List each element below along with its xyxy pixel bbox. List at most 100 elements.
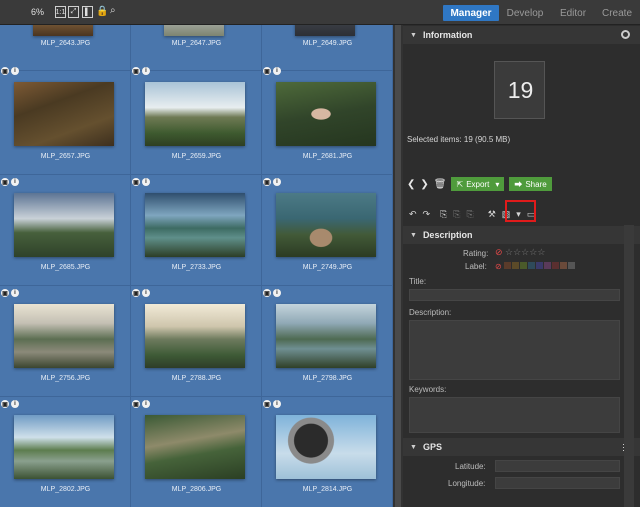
fit-icon[interactable]: 1:1: [55, 6, 66, 18]
photo-thumbnail[interactable]: [14, 193, 114, 257]
title-label: Title:: [409, 277, 427, 286]
zoom-level[interactable]: 6%: [31, 7, 44, 17]
title-field[interactable]: [409, 289, 620, 301]
photo-thumbnail[interactable]: [295, 25, 355, 36]
user-search-icon[interactable]: ⌕: [110, 5, 116, 16]
description-header[interactable]: ▼ Description: [403, 226, 640, 244]
photo-thumbnail[interactable]: [14, 415, 114, 479]
thumbnail-cell[interactable]: ▣ i MLP_2733.JPG: [131, 175, 262, 286]
photo-thumbnail[interactable]: [276, 304, 376, 368]
camera-icon: ▣: [263, 67, 271, 75]
file-name: MLP_2802.JPG: [40, 486, 91, 493]
longitude-field[interactable]: [495, 477, 620, 489]
grid-scrollbar[interactable]: [395, 25, 401, 507]
description-title: Description: [422, 230, 473, 240]
photo-thumbnail[interactable]: [145, 82, 245, 146]
photo-thumbnail[interactable]: [33, 25, 93, 36]
panel-splitter[interactable]: [393, 25, 403, 507]
label-swatch[interactable]: [503, 262, 511, 269]
info-icon: i: [142, 289, 150, 297]
thumbnail-cell[interactable]: ▣ i MLP_2806.JPG: [131, 397, 262, 507]
pin-icon[interactable]: [621, 30, 630, 39]
export-label: Export: [466, 179, 490, 189]
info-icon: i: [11, 178, 19, 186]
next-icon[interactable]: ❯: [420, 179, 428, 190]
file-name: MLP_2681.JPG: [302, 153, 353, 160]
stack-preview: 19: [494, 61, 545, 119]
thumbnail-cell[interactable]: ▣ i MLP_2814.JPG: [262, 397, 393, 507]
label-swatch[interactable]: [551, 262, 559, 269]
label-swatch[interactable]: [567, 262, 575, 269]
label-swatch[interactable]: [535, 262, 543, 269]
lock-icon[interactable]: 🔒: [96, 6, 108, 17]
thumbnail-grid: MLP_2643.JPG MLP_2647.JPG MLP_2649.JPG ▣…: [0, 25, 393, 507]
delete-icon[interactable]: 🗑: [434, 179, 447, 190]
thumbnail-cell[interactable]: ▣ i MLP_2802.JPG: [0, 397, 131, 507]
info-icon: i: [273, 289, 281, 297]
photo-thumbnail[interactable]: [145, 304, 245, 368]
file-name: MLP_2756.JPG: [40, 375, 91, 382]
rotate-left-icon[interactable]: ↶: [409, 209, 417, 220]
no-rating-icon[interactable]: ⊘: [495, 247, 503, 257]
thumbnail-cell[interactable]: ▣ i MLP_2788.JPG: [131, 286, 262, 397]
photo-thumbnail[interactable]: [164, 25, 224, 36]
camera-icon: ▣: [132, 400, 140, 408]
photo-thumbnail[interactable]: [145, 415, 245, 479]
info-icon: i: [142, 67, 150, 75]
gps-header[interactable]: ▼ GPS: [403, 438, 640, 456]
export-button[interactable]: ⇱ Export ▾: [451, 177, 505, 191]
tab-editor[interactable]: Editor: [556, 5, 590, 21]
highlight-box: [505, 200, 536, 222]
file-name: MLP_2814.JPG: [302, 486, 353, 493]
rating-stars[interactable]: ⊘ ☆☆☆☆☆: [495, 247, 545, 258]
rating-label: Rating:: [463, 249, 489, 258]
photo-thumbnail[interactable]: [276, 82, 376, 146]
photo-thumbnail[interactable]: [14, 82, 114, 146]
share-button[interactable]: ⮕ Share: [509, 177, 552, 191]
chevron-down-icon: ▼: [410, 31, 417, 39]
label-swatch[interactable]: [519, 262, 527, 269]
fullscreen-icon[interactable]: ⤢: [68, 6, 79, 18]
photo-thumbnail[interactable]: [145, 193, 245, 257]
information-title: Information: [422, 30, 473, 40]
latitude-field[interactable]: [495, 460, 620, 472]
tab-create[interactable]: Create: [599, 5, 635, 21]
info-icon: i: [273, 400, 281, 408]
tab-develop[interactable]: Develop: [503, 5, 547, 21]
panel-scrollbar[interactable]: [624, 225, 634, 507]
photo-thumbnail[interactable]: [14, 304, 114, 368]
camera-icon: ▣: [1, 67, 9, 75]
photo-thumbnail[interactable]: [276, 193, 376, 257]
thumbnail-cell[interactable]: ▣ i MLP_2756.JPG: [0, 286, 131, 397]
label-swatch[interactable]: [527, 262, 535, 269]
rotate-right-icon[interactable]: ↷: [423, 209, 431, 220]
film-icon[interactable]: ▌: [82, 6, 93, 18]
paste-icon[interactable]: ⎘: [453, 209, 460, 220]
thumbnail-cell[interactable]: ▣ i MLP_2798.JPG: [262, 286, 393, 397]
file-name: MLP_2643.JPG: [40, 40, 91, 47]
file-name: MLP_2749.JPG: [302, 264, 353, 271]
thumbnail-cell[interactable]: ▣ i MLP_2749.JPG: [262, 175, 393, 286]
photo-thumbnail[interactable]: [276, 415, 376, 479]
previous-icon[interactable]: ❮: [407, 179, 415, 190]
copy-icon[interactable]: ⎘: [440, 209, 447, 220]
label-swatch[interactable]: [511, 262, 519, 269]
no-label-icon[interactable]: ⊘: [495, 262, 502, 271]
thumbnail-cell[interactable]: ▣ i MLP_2659.JPG: [131, 64, 262, 175]
thumbnail-cell[interactable]: ▣ i MLP_2681.JPG: [262, 64, 393, 175]
description-field[interactable]: [409, 320, 620, 380]
thumbnail-cell[interactable]: ▣ i MLP_2685.JPG: [0, 175, 131, 286]
label-swatch[interactable]: [559, 262, 567, 269]
label-swatch[interactable]: [543, 262, 551, 269]
action-row: ❮ ❯ 🗑 ⇱ Export ▾ ⮕ Share: [407, 177, 552, 191]
keywords-label: Keywords:: [409, 385, 447, 394]
thumbnail-cell[interactable]: ▣ i MLP_2657.JPG: [0, 64, 131, 175]
wrench-icon[interactable]: ⚒: [488, 209, 496, 220]
file-name: MLP_2806.JPG: [171, 486, 222, 493]
duplicate-icon[interactable]: ⎘: [467, 209, 474, 220]
information-header[interactable]: ▼ Information: [403, 26, 640, 44]
color-labels[interactable]: ⊘: [495, 262, 576, 271]
tab-manager[interactable]: Manager: [443, 5, 499, 21]
file-name: MLP_2733.JPG: [171, 264, 222, 271]
keywords-field[interactable]: [409, 397, 620, 433]
